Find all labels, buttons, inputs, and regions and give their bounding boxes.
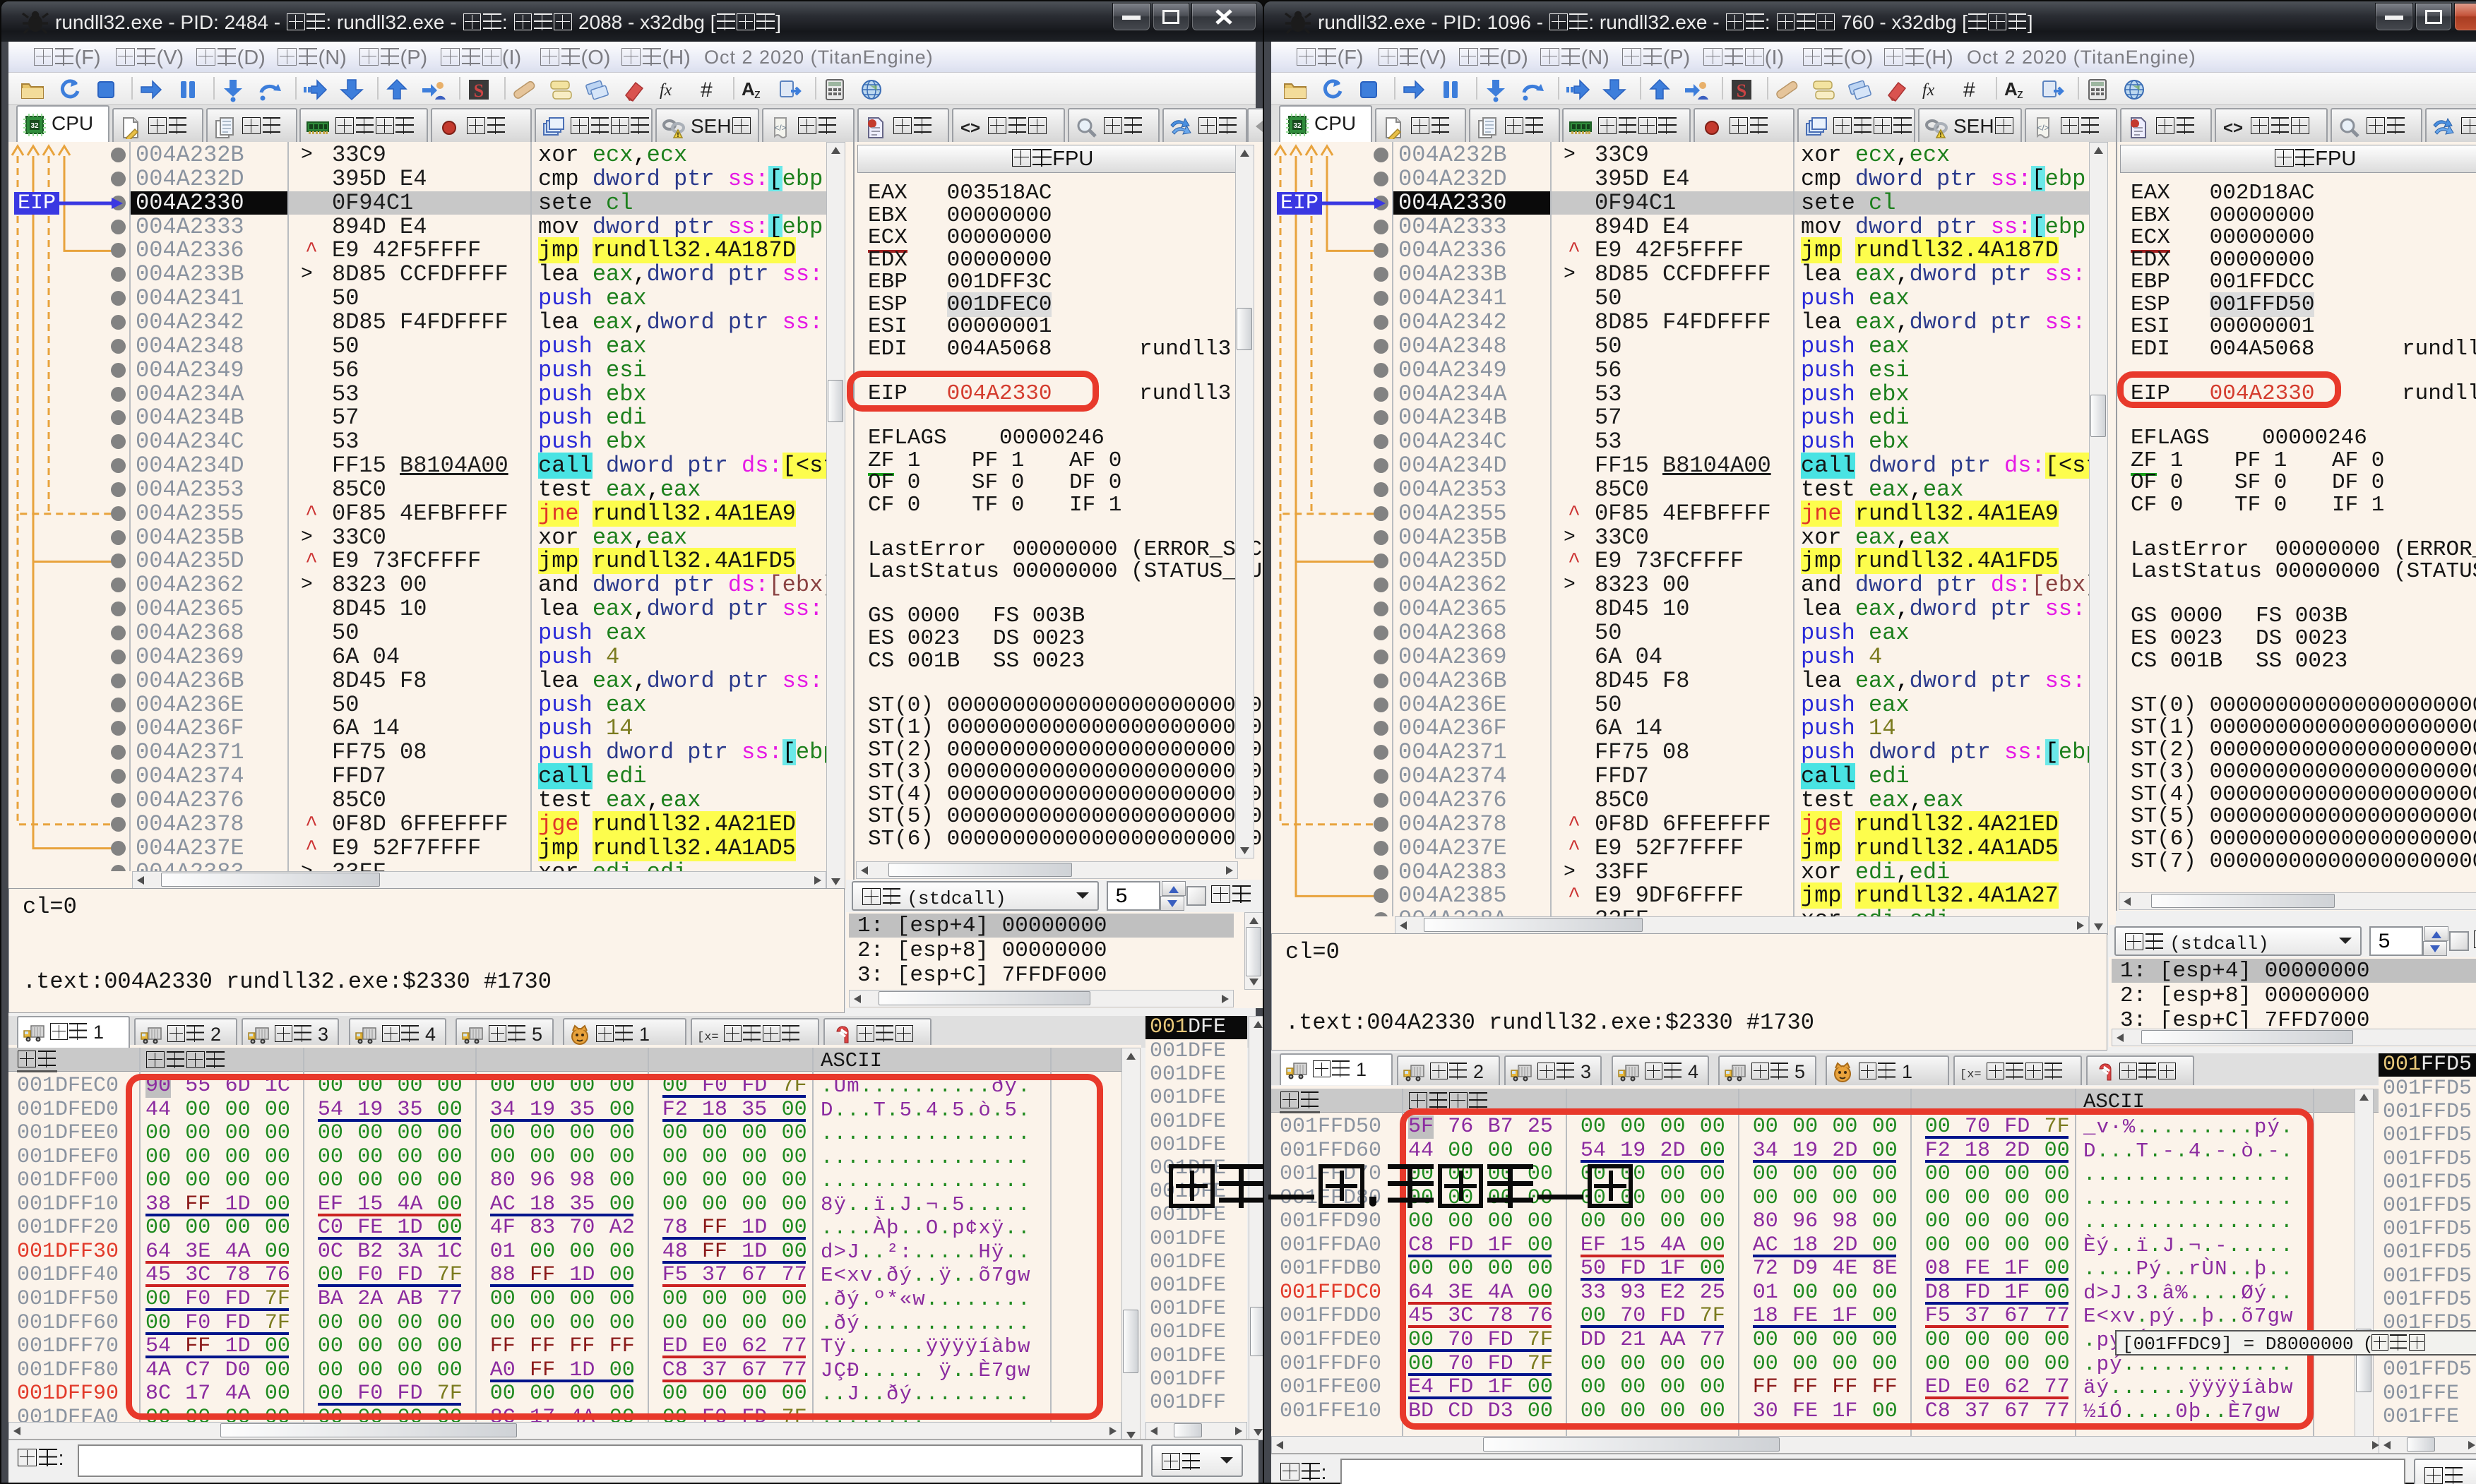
svg-text:#: #	[701, 78, 713, 102]
svg-text:S: S	[474, 80, 484, 101]
svg-text:32: 32	[30, 122, 39, 130]
svg-text:32: 32	[1293, 122, 1302, 130]
svg-text:fx: fx	[660, 81, 672, 100]
svg-text:</>: </>	[2037, 123, 2049, 133]
svg-text:<>: <>	[2223, 119, 2243, 138]
svg-text:S: S	[1737, 80, 1746, 101]
svg-text:</>: </>	[774, 123, 786, 133]
svg-text:z: z	[2017, 87, 2023, 101]
svg-text:[x=]: [x=]	[697, 1031, 719, 1044]
svg-text:A: A	[742, 78, 755, 100]
svg-text:!: !	[677, 131, 679, 138]
svg-text:#: #	[1963, 78, 1975, 102]
svg-text:<>: <>	[960, 119, 980, 138]
svg-text:[x=]: [x=]	[1960, 1068, 1982, 1082]
svg-text:fx: fx	[1922, 81, 1935, 100]
svg-text:z: z	[754, 87, 761, 101]
svg-text:!: !	[1940, 131, 1942, 138]
svg-text:A: A	[2004, 78, 2018, 100]
